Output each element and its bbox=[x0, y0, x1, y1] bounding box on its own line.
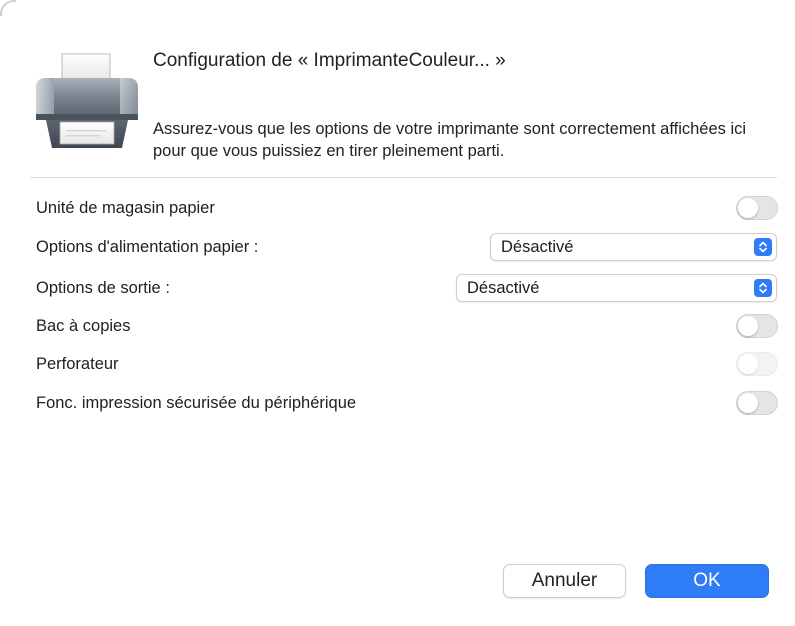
row-puncher: Perforateur bbox=[36, 349, 778, 379]
toggle-knob bbox=[738, 393, 758, 413]
toggle-knob bbox=[738, 354, 758, 374]
paper-feed-options-label: Options d'alimentation papier : bbox=[36, 237, 259, 256]
toggle-knob bbox=[738, 198, 758, 218]
row-paper-tray-unit: Unité de magasin papier bbox=[36, 193, 778, 223]
row-copy-tray: Bac à copies bbox=[36, 311, 778, 341]
paper-tray-unit-toggle[interactable] bbox=[736, 196, 778, 220]
toggle-knob bbox=[738, 316, 758, 336]
copy-tray-label: Bac à copies bbox=[36, 316, 131, 335]
output-options-select[interactable]: Désactivé bbox=[456, 274, 777, 302]
dialog-description: Assurez-vous que les options de votre im… bbox=[153, 120, 747, 160]
puncher-label: Perforateur bbox=[36, 354, 119, 373]
printer-icon bbox=[32, 52, 142, 152]
copy-tray-toggle[interactable] bbox=[736, 314, 778, 338]
secure-print-label: Fonc. impression sécurisée du périphériq… bbox=[36, 393, 357, 412]
cancel-button[interactable]: Annuler bbox=[503, 564, 626, 598]
output-options-value: Désactivé bbox=[467, 278, 540, 297]
chevron-up-down-icon bbox=[754, 238, 772, 256]
window-corner bbox=[0, 0, 16, 16]
dialog-title: Configuration de « ImprimanteCouleur... … bbox=[153, 50, 506, 71]
puncher-toggle bbox=[736, 352, 778, 376]
row-secure-print: Fonc. impression sécurisée du périphériq… bbox=[36, 388, 778, 418]
divider bbox=[30, 177, 777, 178]
secure-print-toggle[interactable] bbox=[736, 391, 778, 415]
chevron-up-down-icon bbox=[754, 279, 772, 297]
paper-feed-options-select[interactable]: Désactivé bbox=[490, 233, 777, 261]
paper-tray-unit-label: Unité de magasin papier bbox=[36, 198, 215, 217]
paper-feed-options-value: Désactivé bbox=[501, 237, 574, 256]
ok-button[interactable]: OK bbox=[645, 564, 769, 598]
output-options-label: Options de sortie : bbox=[36, 278, 170, 297]
